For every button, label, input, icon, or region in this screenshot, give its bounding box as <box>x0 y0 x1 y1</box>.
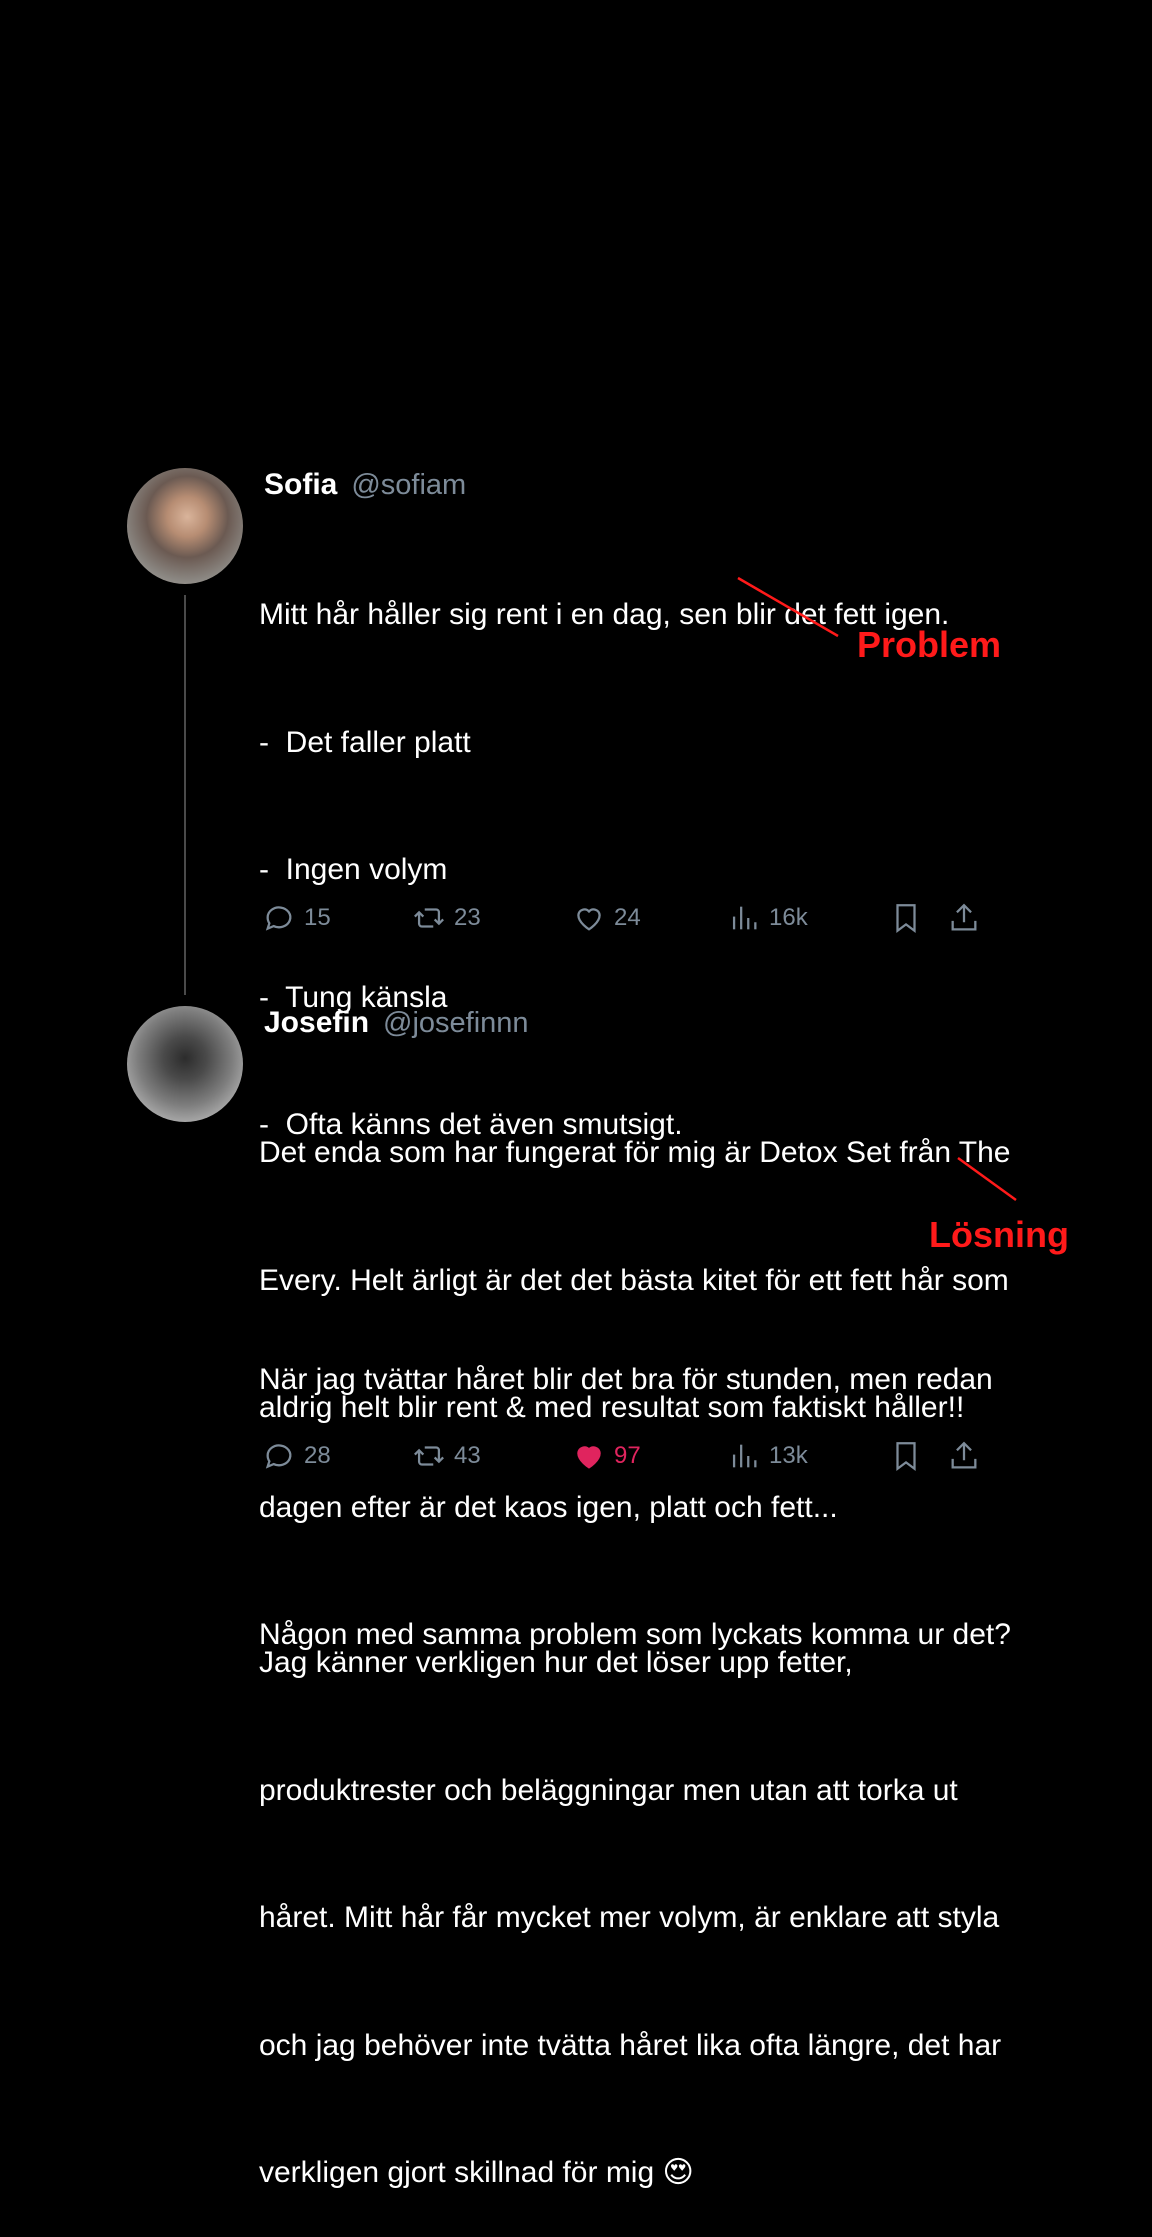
tweet2-views-button[interactable]: 13k <box>727 1439 808 1473</box>
tweet1-author-name[interactable]: Sofia <box>264 468 337 502</box>
tweet1-reply-count: 15 <box>304 904 331 931</box>
tweet2-line: och jag behöver inte tvätta håret lika o… <box>259 2028 1002 2062</box>
tweet2-like-button[interactable]: 97 <box>572 1439 641 1473</box>
tweet2-line <box>259 1515 1039 1558</box>
tweet2-author-handle[interactable]: @josefinnn <box>383 1007 529 1040</box>
tweet2-share-button[interactable] <box>947 1439 981 1473</box>
problem-annotation: Problem <box>857 624 1002 665</box>
tweet2-line: håret. Mitt hår får mycket mer volym, är… <box>259 1901 1000 1934</box>
tweet2-line: Det enda som har fungerat för mig är Det… <box>259 1136 1011 1169</box>
solution-annotation: Lösning <box>929 1214 1069 1255</box>
bookmark-icon <box>889 1439 923 1473</box>
bookmark-icon <box>889 901 923 935</box>
tweet2-view-count: 13k <box>769 1442 808 1469</box>
heart-icon <box>572 901 606 935</box>
retweet-icon <box>412 1439 446 1473</box>
share-icon <box>947 1439 981 1473</box>
thread-connector-line <box>184 595 186 995</box>
avatar-josefin[interactable] <box>127 1006 243 1122</box>
tweet2-author-name[interactable]: Josefin <box>264 1006 369 1040</box>
tweet2-text: Det enda som har fungerat för mig är Det… <box>259 1047 1039 2237</box>
tweet1-reply-button[interactable]: 15 <box>262 901 331 935</box>
tweet1-bookmark-button[interactable] <box>889 901 923 935</box>
tweet2-bookmark-button[interactable] <box>889 1439 923 1473</box>
reply-icon <box>262 1439 296 1473</box>
tweet2-like-count: 97 <box>614 1442 641 1469</box>
tweet1-actions: 15 23 24 16k <box>262 901 992 941</box>
tweet1-header: Sofia @sofiam <box>264 468 466 502</box>
tweet1-author-handle[interactable]: @sofiam <box>351 469 466 502</box>
tweet2-header: Josefin @josefinnn <box>264 1006 529 1040</box>
tweet2-retweet-count: 43 <box>454 1442 481 1469</box>
tweet1-retweet-button[interactable]: 23 <box>412 901 481 935</box>
tweet2-reply-button[interactable]: 28 <box>262 1439 331 1473</box>
tweet1-line: - Det faller platt <box>259 725 471 759</box>
tweet1-like-button[interactable]: 24 <box>572 901 641 935</box>
retweet-icon <box>412 901 446 935</box>
tweet1-views-button[interactable]: 16k <box>727 901 808 935</box>
reply-icon <box>262 901 296 935</box>
tweet1-retweet-count: 23 <box>454 904 481 931</box>
views-icon <box>727 1439 761 1473</box>
heart-icon <box>572 1439 606 1473</box>
tweet2-line: verkligen gjort skillnad för mig 😍 <box>259 2156 694 2189</box>
tweet2-line: Jag känner verkligen hur det löser upp f… <box>259 1646 853 1679</box>
tweet2-actions: 28 43 97 13k <box>262 1439 992 1479</box>
tweet1-share-button[interactable] <box>947 901 981 935</box>
avatar-sofia[interactable] <box>127 468 243 584</box>
tweet2-line: Every. Helt ärligt är det det bästa kite… <box>259 1263 1009 1297</box>
views-icon <box>727 901 761 935</box>
tweet2-reply-count: 28 <box>304 1442 331 1469</box>
tweet2-line: produktrester och beläggningar men utan … <box>259 1773 958 1807</box>
tweet2-retweet-button[interactable]: 43 <box>412 1439 481 1473</box>
tweet1-line: - Ingen volym <box>259 853 448 886</box>
tweet1-like-count: 24 <box>614 904 641 931</box>
tweet1-view-count: 16k <box>769 904 808 931</box>
share-icon <box>947 901 981 935</box>
tweet2-line: aldrig helt blir rent & med resultat som… <box>259 1391 965 1424</box>
